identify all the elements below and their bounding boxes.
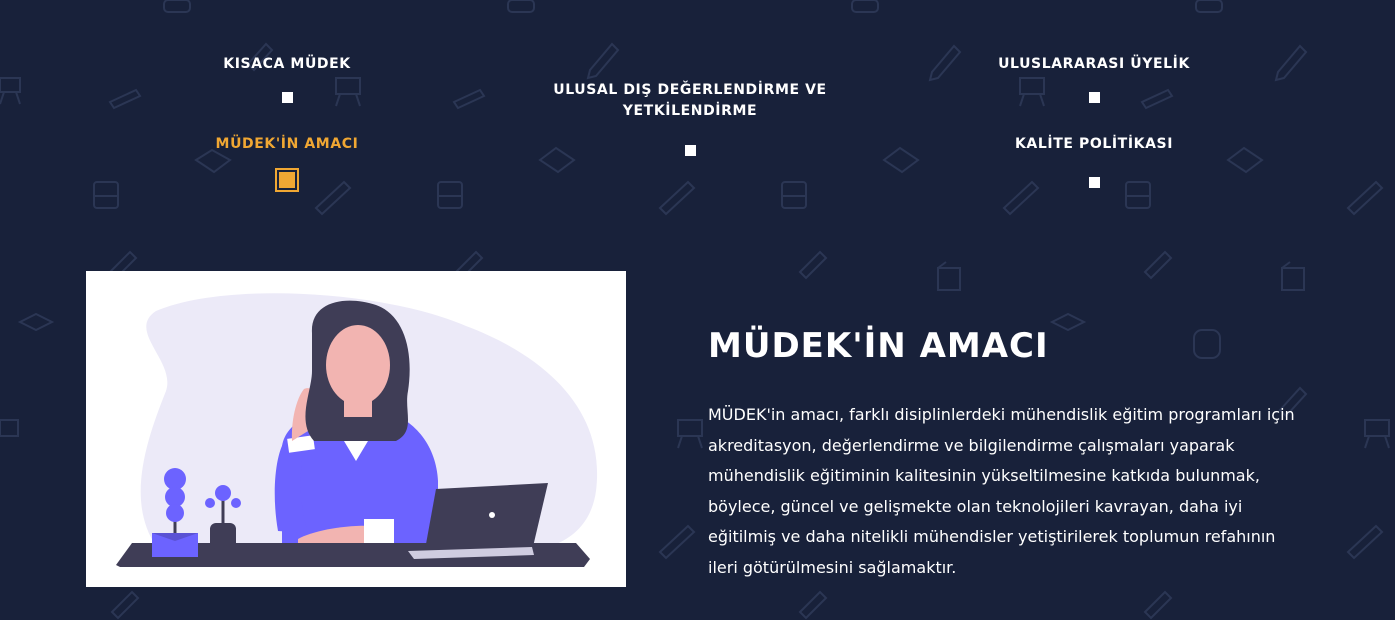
easel-icon: [1364, 419, 1390, 449]
tab-label: KISACA MÜDEK: [223, 56, 351, 72]
section-body: MÜDEK'in amacı, farklı disiplinlerdeki m…: [708, 405, 1295, 577]
graduation-cap-icon: [452, 88, 486, 110]
tab-label: ULUSLARARASI ÜYELİK: [998, 56, 1190, 72]
cup-icon: [1195, 0, 1223, 13]
easel-icon: [0, 419, 19, 437]
woman-at-laptop-illustration: [116, 293, 598, 567]
tab-label: ULUSAL DIŞ DEĞERLENDİRME VE YETKİLENDİRM…: [553, 82, 827, 119]
tab-marker[interactable]: [281, 92, 293, 103]
tab-mudekin-amaci[interactable]: MÜDEK'İN AMACI: [202, 134, 372, 192]
pencil-icon: [1274, 44, 1308, 82]
tab-label: MÜDEK'İN AMACI: [215, 136, 359, 152]
tab-marker[interactable]: [1088, 92, 1100, 103]
tab-marker-active[interactable]: [275, 168, 299, 192]
cube-icon: [1281, 261, 1305, 291]
easel-icon: [0, 77, 21, 105]
easel-icon: [677, 419, 703, 449]
book-icon: [1226, 146, 1264, 174]
tab-marker[interactable]: [1088, 177, 1100, 188]
section-title: MÜDEK'İN AMACI: [708, 326, 1049, 366]
backpack-icon: [437, 181, 463, 209]
backpack-icon: [93, 181, 119, 209]
graduation-cap-icon: [17, 312, 55, 332]
ruler-icon: [658, 524, 696, 560]
illustration-image: [86, 271, 626, 587]
pencil-icon: [110, 590, 140, 620]
pencil-icon: [1143, 590, 1173, 620]
ruler-icon: [658, 180, 696, 216]
tab-uluslararasi-uyelik[interactable]: ULUSLARARASI ÜYELİK: [984, 54, 1204, 103]
book-icon: [882, 146, 920, 174]
cup-icon: [163, 0, 191, 13]
pencil-icon: [798, 250, 828, 280]
tab-kisaca-mudek[interactable]: KISACA MÜDEK: [212, 54, 362, 103]
cup-icon: [851, 0, 879, 13]
tab-content: MÜDEK'İN AMACI MÜDEK'in amacı, farklı di…: [708, 320, 1308, 584]
graduation-cap-icon: [108, 88, 142, 110]
tab-label: KALİTE POLİTİKASI: [1014, 136, 1174, 152]
ruler-icon: [1346, 180, 1384, 216]
pencil-icon: [928, 44, 962, 82]
tab-kalite-politikasi[interactable]: KALİTE POLİTİKASI: [1004, 134, 1184, 188]
ruler-icon: [1346, 524, 1384, 560]
cube-icon: [937, 261, 961, 291]
pencil-icon: [1143, 250, 1173, 280]
tab-ulusal-dis-degerlendirme[interactable]: ULUSAL DIŞ DEĞERLENDİRME VE YETKİLENDİRM…: [540, 80, 840, 156]
backpack-icon: [781, 181, 807, 209]
cup-icon: [507, 0, 535, 13]
tab-marker[interactable]: [684, 145, 696, 156]
pencil-icon: [586, 42, 620, 80]
pencil-icon: [798, 590, 828, 620]
